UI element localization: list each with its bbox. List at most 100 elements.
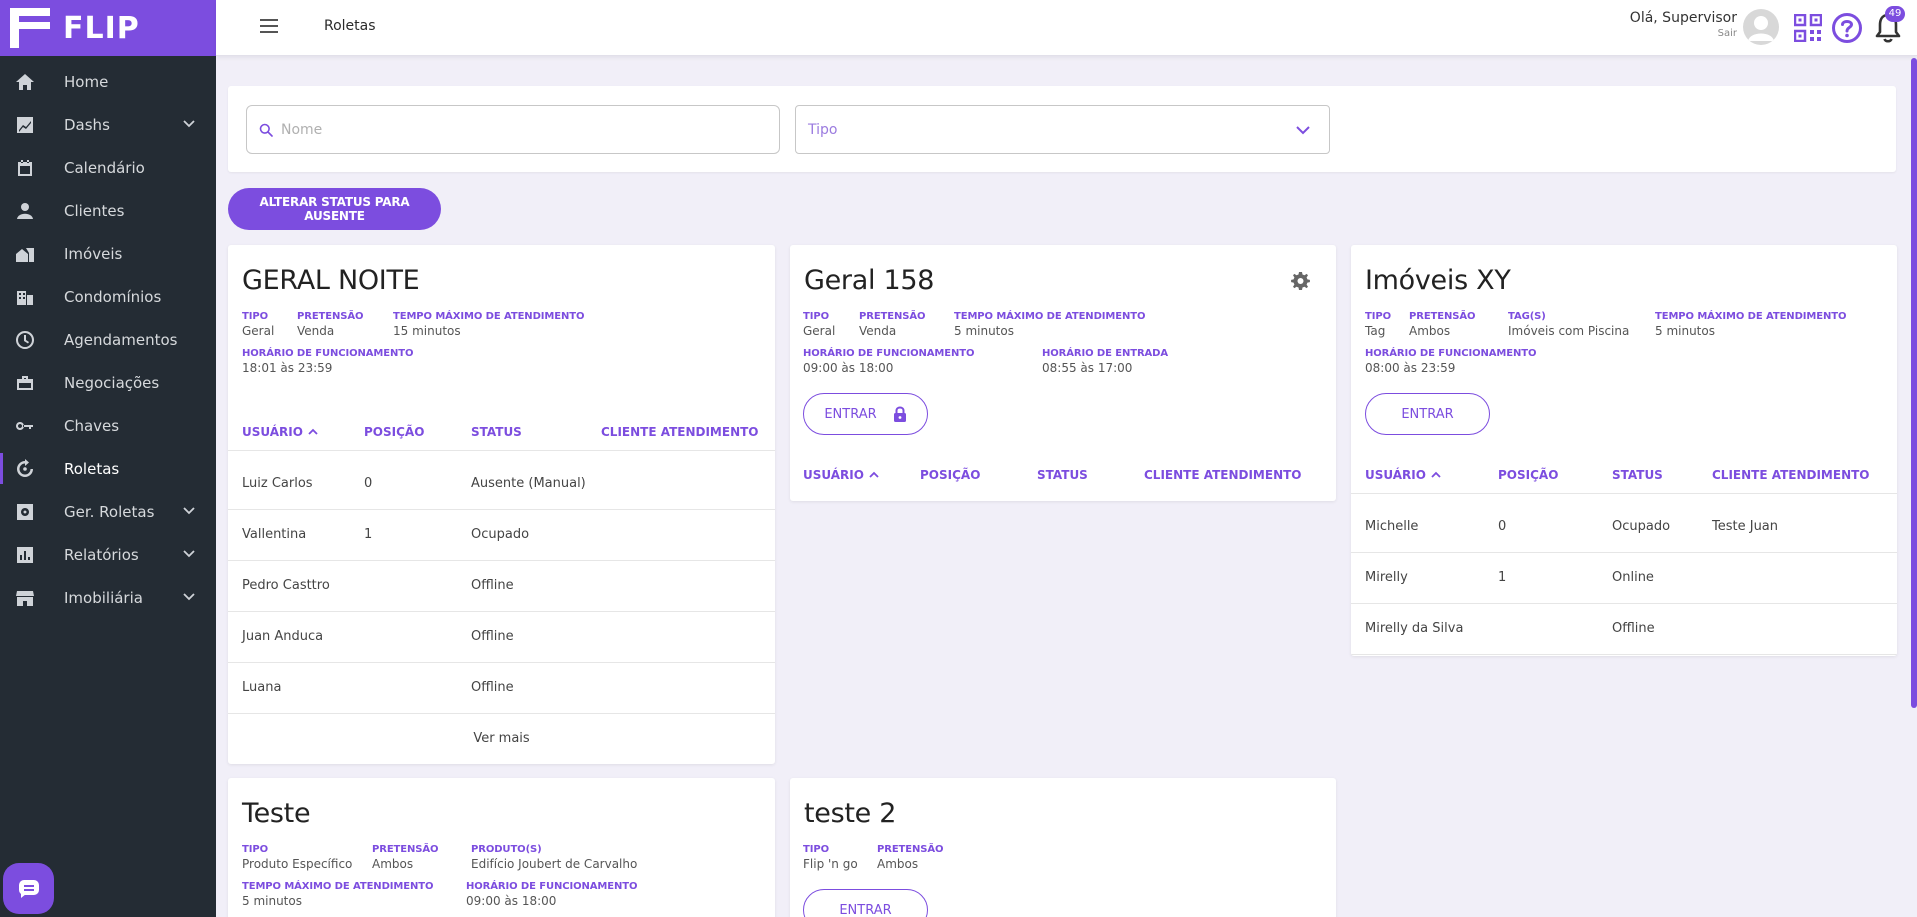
cell-user: Pedro Casttro: [242, 578, 330, 593]
col-client-header[interactable]: CLIENTE ATENDIMENTO: [1144, 468, 1302, 482]
table-row[interactable]: Juan Anduca Offline: [228, 612, 775, 663]
sidebar-item-label: Imóveis: [64, 244, 123, 263]
brand-logo[interactable]: FLIP: [0, 0, 216, 56]
sidebar-item-label: Dashs: [64, 115, 110, 134]
meta-tempo: TEMPO MÁXIMO DE ATENDIMENTO 5 minutos: [242, 881, 433, 908]
chevron-down-icon: [1296, 126, 1310, 135]
sidebar-item-agendamentos[interactable]: Agendamentos: [0, 318, 216, 361]
chevron-down-icon: [183, 507, 195, 515]
table-row[interactable]: Luiz Carlos 0 Ausente (Manual): [228, 459, 775, 510]
col-position-header[interactable]: POSIÇÃO: [1498, 468, 1558, 482]
sidebar-item-roletas[interactable]: Roletas: [0, 447, 216, 490]
meta-value: Geral: [803, 324, 836, 338]
meta-horario: HORÁRIO DE FUNCIONAMENTO 18:01 às 23:59: [242, 348, 413, 375]
meta-label: TEMPO MÁXIMO DE ATENDIMENTO: [393, 311, 585, 322]
sidebar: FLIP Home Dashs Calendário Clientes Imóveis C…: [0, 0, 216, 917]
sidebar-item-relat-rios[interactable]: Relatórios: [0, 533, 216, 576]
meta-tipo: TIPO Geral: [242, 311, 274, 338]
cell-status: Offline: [471, 578, 514, 593]
sidebar-item-dashs[interactable]: Dashs: [0, 103, 216, 146]
filter-panel: Tipo: [228, 86, 1896, 172]
logout-link[interactable]: Sair: [1630, 28, 1737, 39]
store-icon: [14, 587, 36, 609]
meta-value: 09:00 às 18:00: [466, 894, 557, 908]
table-row[interactable]: Vallentina 1 Ocupado: [228, 510, 775, 561]
col-position-header[interactable]: POSIÇÃO: [364, 425, 424, 439]
meta-value: Imóveis com Piscina: [1508, 324, 1630, 338]
sidebar-item-label: Negociações: [64, 373, 160, 392]
cell-position: 0: [364, 476, 373, 491]
meta-horario-entrada: HORÁRIO DE ENTRADA 08:55 às 17:00: [1042, 348, 1168, 375]
cell-position: 1: [364, 527, 373, 542]
col-status-header[interactable]: STATUS: [471, 425, 522, 439]
meta-tempo: TEMPO MÁXIMO DE ATENDIMENTO 15 minutos: [393, 311, 584, 338]
set-absent-button[interactable]: ALTERAR STATUS PARA AUSENTE: [228, 188, 441, 230]
col-status-header[interactable]: STATUS: [1612, 468, 1663, 482]
meta-value: Venda: [859, 324, 897, 338]
cell-user: Juan Anduca: [242, 629, 324, 644]
cell-status: Ocupado: [471, 527, 530, 542]
see-more-link[interactable]: Ver mais: [228, 731, 775, 746]
sidebar-item-label: Roletas: [64, 459, 120, 478]
cell-user: Michelle: [1365, 519, 1419, 534]
cell-status: Online: [1612, 570, 1654, 585]
sidebar-item-calend-rio[interactable]: Calendário: [0, 146, 216, 189]
cell-status: Offline: [471, 680, 514, 695]
sidebar-item-label: Imobiliária: [64, 588, 143, 607]
col-user-header[interactable]: USUÁRIO: [242, 425, 319, 439]
meta-label: HORÁRIO DE FUNCIONAMENTO: [803, 348, 975, 359]
col-client-header[interactable]: CLIENTE ATENDIMENTO: [601, 425, 759, 439]
meta-produtos: PRODUTO(S) Edifício Joubert de Carvalho: [471, 844, 637, 871]
menu-icon[interactable]: [260, 19, 278, 33]
sidebar-item-condom-nios[interactable]: Condomínios: [0, 275, 216, 318]
table-row[interactable]: Pedro Casttro Offline: [228, 561, 775, 612]
gear-icon[interactable]: [1290, 271, 1310, 291]
col-user-header[interactable]: USUÁRIO: [1365, 468, 1442, 482]
col-position-header[interactable]: POSIÇÃO: [920, 468, 980, 482]
enter-button[interactable]: ENTRAR: [803, 393, 928, 435]
sidebar-item-im-veis[interactable]: Imóveis: [0, 232, 216, 275]
table-row[interactable]: Mirelly 1 Online: [1351, 553, 1897, 604]
name-search-input[interactable]: [281, 121, 761, 138]
table-header: USUÁRIO POSIÇÃO STATUS CLIENTE ATENDIMEN…: [790, 458, 1336, 494]
flip-logo-icon: [10, 8, 50, 48]
meta-tipo: TIPO Produto Específico: [242, 844, 352, 871]
avatar[interactable]: [1743, 9, 1779, 45]
enter-button[interactable]: ENTRAR: [1365, 393, 1490, 435]
cell-position: 0: [1498, 519, 1507, 534]
card-title: Teste: [242, 798, 311, 829]
enter-button[interactable]: ENTRAR: [803, 889, 928, 917]
meta-tempo: TEMPO MÁXIMO DE ATENDIMENTO 5 minutos: [1655, 311, 1846, 338]
meta-tipo: TIPO Flip 'n go: [803, 844, 858, 871]
sidebar-item-imobili-ria[interactable]: Imobiliária: [0, 576, 216, 619]
sidebar-item-label: Condomínios: [64, 287, 162, 306]
sidebar-item-ger-roletas[interactable]: Ger. Roletas: [0, 490, 216, 533]
type-select[interactable]: Tipo: [795, 105, 1330, 154]
table-row[interactable]: Mirelly da Silva Offline: [1351, 604, 1897, 655]
qr-code-icon[interactable]: [1794, 14, 1822, 42]
meta-label: HORÁRIO DE ENTRADA: [1042, 348, 1169, 359]
card-title: teste 2: [804, 798, 897, 829]
page-scrollbar[interactable]: [1911, 58, 1917, 708]
sidebar-item-label: Calendário: [64, 158, 145, 177]
sidebar-item-home[interactable]: Home: [0, 60, 216, 103]
roulette-icon: [14, 458, 36, 480]
building-icon: [14, 286, 36, 308]
user-greeting: Olá, Supervisor Sair: [1630, 10, 1737, 39]
table-row[interactable]: Luana Offline: [228, 663, 775, 714]
sidebar-item-chaves[interactable]: Chaves: [0, 404, 216, 447]
search-field[interactable]: [246, 105, 780, 154]
clock-icon: [14, 329, 36, 351]
table-header: USUÁRIO POSIÇÃO STATUS CLIENTE ATENDIMEN…: [228, 415, 775, 451]
col-user-header[interactable]: USUÁRIO: [803, 468, 880, 482]
sidebar-item-clientes[interactable]: Clientes: [0, 189, 216, 232]
chat-button[interactable]: [3, 863, 54, 914]
help-icon[interactable]: [1831, 12, 1863, 44]
roulette-card-geral-noite: GERAL NOITE TIPO Geral PRETENSÃO Venda T…: [228, 245, 775, 764]
table-row[interactable]: Michelle 0 Ocupado Teste Juan: [1351, 502, 1897, 553]
chevron-down-icon: [183, 550, 195, 558]
sidebar-item-label: Home: [64, 72, 109, 91]
col-client-header[interactable]: CLIENTE ATENDIMENTO: [1712, 468, 1870, 482]
sidebar-item-negocia-es[interactable]: Negociações: [0, 361, 216, 404]
col-status-header[interactable]: STATUS: [1037, 468, 1088, 482]
